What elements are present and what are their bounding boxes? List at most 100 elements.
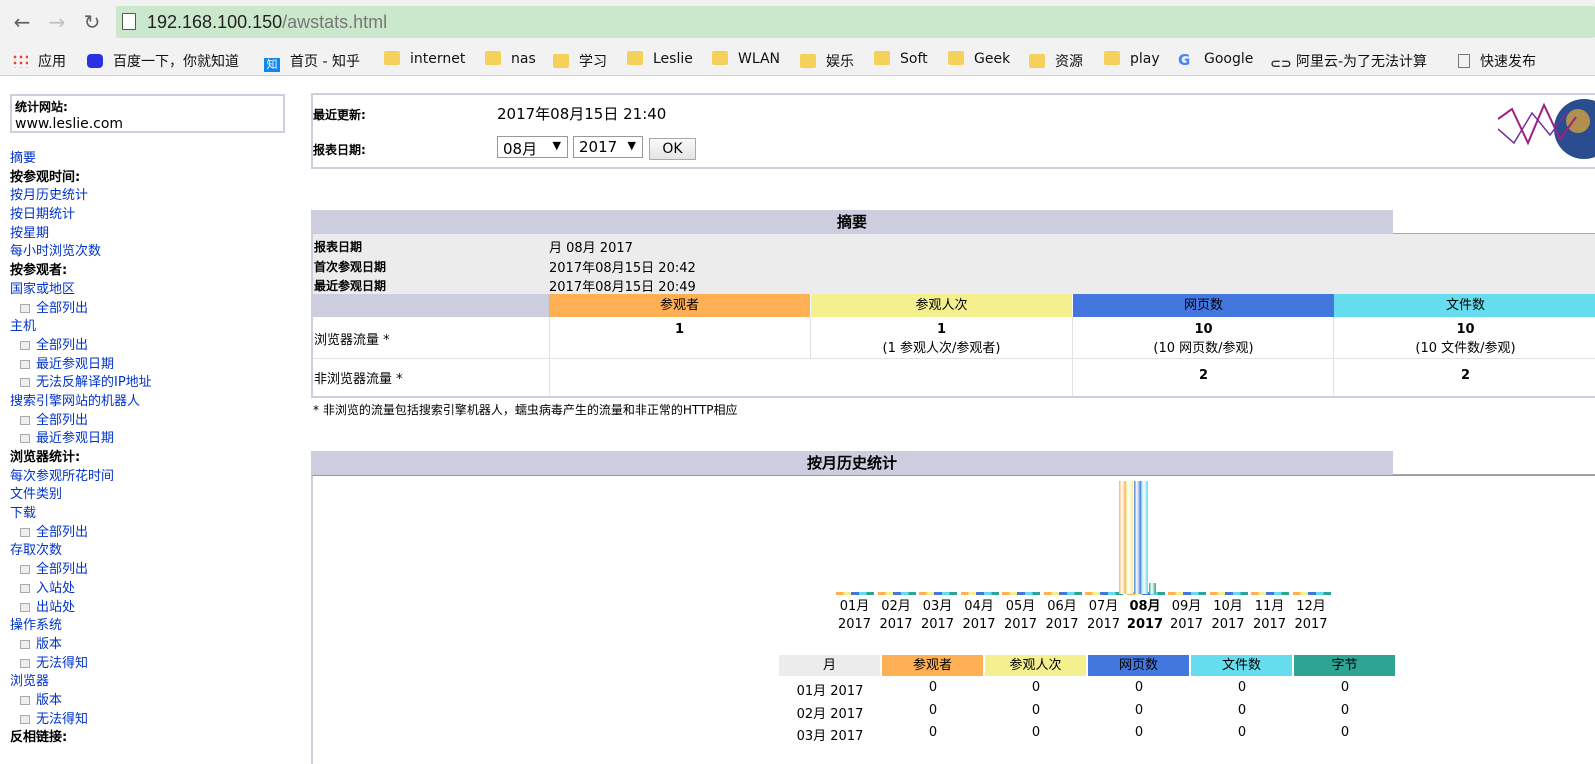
menu-link[interactable]: 最近参观日期 [10,356,300,375]
bookmark-label: play [1130,51,1160,67]
menu-link[interactable]: 按星期 [10,225,300,244]
dropdown-arrow-icon: ▼ [627,139,636,152]
menu-label: 浏览器 [10,674,50,690]
menu-link[interactable]: 全部列出 [10,412,300,431]
table-header-month: 月 [779,655,880,676]
menu-link[interactable]: 国家或地区 [10,281,300,300]
bookmark-quick-publish[interactable]: 快速发布 [1458,51,1536,70]
month-select[interactable]: 08月 ▼ [497,136,568,158]
bookmark-geek[interactable]: Geek [948,51,1010,69]
menu-link[interactable]: 每次参观所花时间 [10,468,300,487]
month-label: 02月 2017 [876,598,917,634]
month-year: 2017 [1169,617,1204,632]
bullet-icon [20,378,30,388]
menu-label: 全部列出 [36,300,89,316]
bookmark-entertainment[interactable]: 娱乐 [800,51,854,70]
folder-icon [1104,51,1120,65]
menu-link[interactable]: 搜索引擎网站的机器人 [10,393,300,412]
bookmark-leslie[interactable]: Leslie [627,51,693,69]
browser-hits-value: 10 (10 文件数/参观) [1415,322,1516,356]
bookmark-soft[interactable]: Soft [874,51,928,69]
menu-label: 入站处 [36,580,76,596]
bookmark-label: 学习 [579,54,607,70]
table-value-cell: 0 [1134,725,1144,740]
menu-label: 按参观时间: [10,169,81,185]
table-header-hits: 文件数 [1191,655,1292,676]
bookmark-study[interactable]: 学习 [553,51,607,70]
menu-section-header: 反相链接: [10,729,300,748]
folder-icon [800,54,816,68]
bookmark-label: Geek [974,51,1011,67]
menu-link[interactable]: 全部列出 [10,300,300,319]
menu-link[interactable]: 无法得知 [10,711,300,730]
bullet-icon [20,695,30,705]
menu-link[interactable]: 操作系统 [10,617,300,636]
month-name: 01月 [839,599,870,614]
month-label: 11月 2017 [1249,598,1290,634]
bookmark-play[interactable]: play [1104,51,1160,69]
table-value-cell: 0 [1340,702,1350,718]
forward-arrow-icon[interactable]: → [44,9,70,35]
year-select[interactable]: 2017 ▼ [573,136,643,158]
menu-label: 每次参观所花时间 [10,468,115,484]
menu-section-header: 浏览器统计: [10,449,300,468]
url-text[interactable]: 192.168.100.150/awstats.html [147,12,387,33]
nonbrowser-traffic-label: 非浏览器流量 * [314,372,403,387]
bullet-icon [20,527,30,537]
baidu-icon [87,54,103,68]
menu-label: 全部列出 [36,412,89,428]
menu-link[interactable]: 全部列出 [10,561,300,580]
bookmark-internet[interactable]: internet [384,51,465,69]
month-bar-baseline [919,592,957,595]
menu-link[interactable]: 存取次数 [10,542,300,561]
ok-button[interactable]: OK [649,138,696,160]
menu-link[interactable]: 入站处 [10,580,300,599]
menu-link[interactable]: 无法反解译的IP地址 [10,374,300,393]
menu-link[interactable]: 最近参观日期 [10,430,300,449]
menu-link[interactable]: 主机 [10,318,300,337]
address-bar[interactable]: 192.168.100.150/awstats.html [116,6,1595,38]
month-name: 12月 [1296,599,1326,614]
menu-label: 国家或地区 [10,281,76,297]
menu-link[interactable]: 每小时浏览次数 [10,243,300,262]
menu-link[interactable]: 浏览器 [10,673,300,692]
menu-link[interactable]: 按月历史统计 [10,187,300,206]
menu-link[interactable]: 文件类别 [10,486,300,505]
back-arrow-icon[interactable]: ← [9,9,35,35]
menu-link[interactable]: 全部列出 [10,524,300,543]
menu-link[interactable]: 按日期统计 [10,206,300,225]
bookmark-baidu[interactable]: 百度一下，你就知道 [87,51,239,70]
month-bar-baseline [1085,592,1123,595]
bookmark-apps[interactable]: 应用 [12,51,66,70]
bookmark-resources[interactable]: 资源 [1029,51,1083,70]
bookmark-zhihu[interactable]: 知首页 - 知乎 [264,51,360,72]
bookmark-wlan[interactable]: WLAN [712,51,780,69]
bullet-icon [20,714,30,724]
bookmark-aliyun[interactable]: ⊂⊃ 阿里云-为了无法计算 [1270,51,1427,72]
month-bar [1118,481,1126,594]
menu-link[interactable]: 出站处 [10,599,300,618]
menu-label: 出站处 [36,599,76,615]
menu-link[interactable]: 摘要 [10,150,300,169]
menu-link[interactable]: 全部列出 [10,337,300,356]
bullet-icon [20,658,30,668]
bookmark-google[interactable]: G Google [1178,51,1253,69]
bookmark-nas[interactable]: nas [485,51,536,69]
menu-link[interactable]: 版本 [10,636,300,655]
menu-link[interactable]: 无法得知 [10,655,300,674]
menu-link[interactable]: 版本 [10,692,300,711]
reload-icon[interactable]: ↻ [79,9,105,35]
month-bar-baseline [1292,592,1331,595]
table-header-pages: 网页数 [1088,655,1189,676]
table-month-cell: 02月 2017 [796,706,864,722]
bookmark-label: Leslie [653,51,693,67]
month-bar-baseline [1251,592,1289,595]
google-icon: G [1178,51,1191,69]
bullet-icon [20,359,30,369]
table-month-cell: 01月 2017 [796,684,864,699]
menu-link[interactable]: 下载 [10,505,300,524]
menu-label: 存取次数 [10,543,63,559]
col-pages: 网页数 [1073,294,1334,317]
month-name: 06月 [1047,599,1077,614]
table-value-cell: 0 [928,702,938,718]
